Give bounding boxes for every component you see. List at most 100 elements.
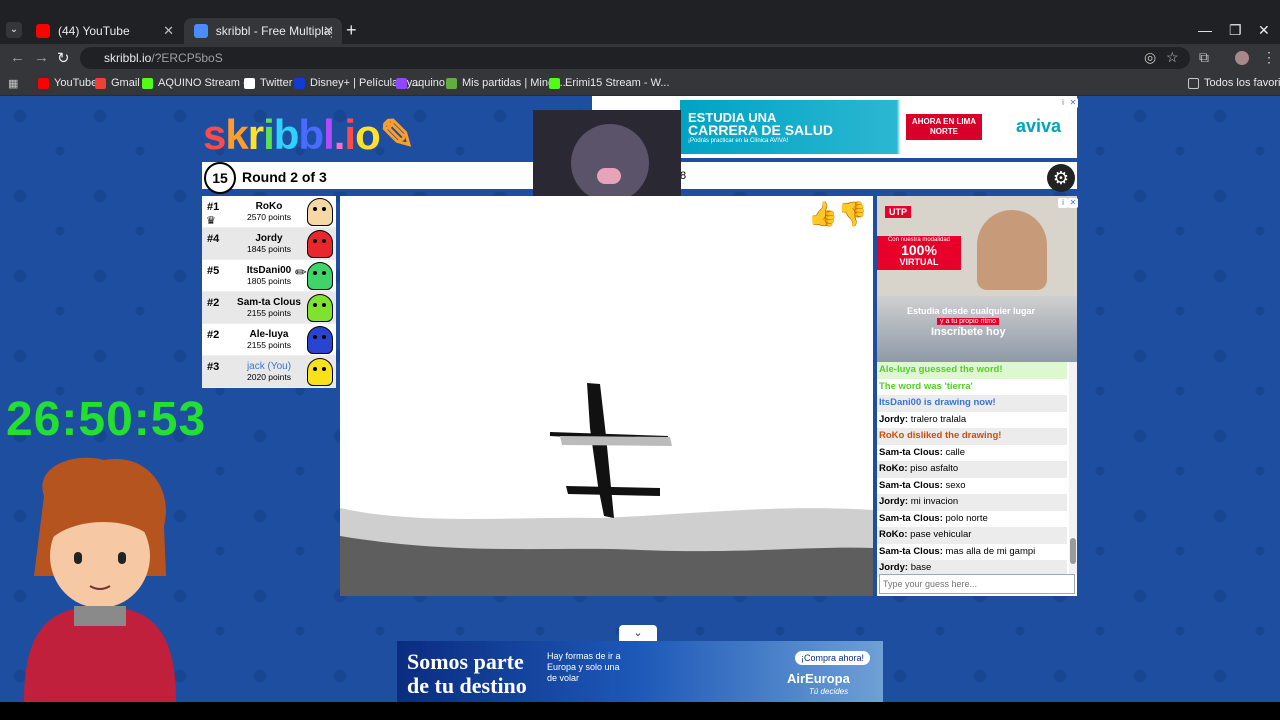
bookmark-aquino[interactable]: aquino bbox=[396, 77, 445, 89]
all-bookmarks[interactable]: Todos los favoritos bbox=[1188, 77, 1280, 89]
tab-search-button[interactable]: ⌄ bbox=[6, 22, 22, 38]
chat-text: piso asfalto bbox=[910, 463, 959, 474]
chat-message: Jordy: mi invacion bbox=[877, 494, 1067, 511]
ad-close-icon[interactable]: ✕ bbox=[1068, 198, 1078, 208]
minimize-icon[interactable]: — bbox=[1198, 22, 1212, 38]
close-tab-icon[interactable]: ✕ bbox=[323, 23, 334, 39]
player-row[interactable]: #4 Jordy 1845 points bbox=[202, 228, 336, 260]
thumbs-up-icon[interactable]: 👍 bbox=[808, 201, 838, 228]
ad-collapse-chevron-icon[interactable]: ⌄ bbox=[619, 625, 657, 641]
cross-gray-stroke bbox=[560, 436, 672, 446]
chat-messages: Ale-luya guessed the word! The word was '… bbox=[877, 362, 1077, 577]
thumbs-down-icon[interactable]: 👎 bbox=[838, 201, 868, 228]
ad-text: Hay formas de ir a Europa y solo una de … bbox=[547, 651, 621, 683]
chat-message: The word was 'tierra' bbox=[877, 378, 1067, 395]
streamer-character bbox=[14, 456, 186, 702]
aireuropa-ad[interactable]: Somos parte de tu destino Hay formas de … bbox=[397, 641, 883, 702]
player-points: 2570 points bbox=[247, 212, 291, 222]
bookmarks-bar: ▦ YouTube Gmail AQUINO Stream -... Twitt… bbox=[0, 72, 1280, 96]
close-tab-icon[interactable]: ✕ bbox=[163, 23, 174, 39]
extensions-icon[interactable]: ⧉ bbox=[1199, 49, 1209, 66]
forward-icon[interactable]: → bbox=[34, 49, 49, 66]
profile-avatar[interactable] bbox=[1235, 51, 1249, 65]
apps-icon[interactable]: ▦ bbox=[8, 77, 18, 90]
ad-info-icon[interactable]: i bbox=[1058, 198, 1068, 208]
player-row[interactable]: #1 ♛ RoKo 2570 points bbox=[202, 196, 336, 228]
address-bar[interactable]: skribbl.io/?ERCP5boS bbox=[80, 47, 1190, 69]
ad-cta[interactable]: AHORA EN LIMA NORTE bbox=[906, 114, 982, 140]
ad-text: de tu destino bbox=[407, 673, 527, 698]
bookmark-erimi15[interactable]: Erimi15 Stream - W... bbox=[549, 77, 670, 89]
bookmark-aquino-stream[interactable]: AQUINO Stream -... bbox=[142, 77, 256, 89]
star-icon[interactable]: ☆ bbox=[1166, 49, 1179, 66]
url-path: /?ERCP5boS bbox=[151, 51, 223, 65]
drawing-canvas[interactable] bbox=[340, 196, 873, 596]
tab-youtube[interactable]: (44) YouTube ✕ bbox=[26, 18, 182, 44]
chat-text: tralero tralala bbox=[910, 413, 967, 425]
player-name: Jordy bbox=[255, 233, 283, 244]
minecraft-icon bbox=[446, 77, 457, 89]
round-indicator: Round 2 of 3 bbox=[242, 169, 327, 185]
player-row[interactable]: #2 Sam-ta Clous 2155 points bbox=[202, 292, 336, 324]
player-points: 2155 points bbox=[247, 308, 291, 318]
new-tab-button[interactable]: + bbox=[346, 20, 357, 41]
youtube-icon bbox=[38, 77, 49, 89]
chat-author: Sam-ta Clous: bbox=[879, 479, 943, 491]
bookmark-gmail[interactable]: Gmail bbox=[95, 77, 140, 89]
ad-brand: aviva bbox=[1016, 116, 1062, 136]
chat-message: RoKo: piso asfalto bbox=[877, 461, 1067, 478]
round-timer: 15 bbox=[204, 162, 236, 194]
back-icon[interactable]: ← bbox=[10, 49, 25, 66]
chat-message: Jordy: tralero tralala bbox=[877, 411, 1067, 428]
ad-cta[interactable]: ¡Compra ahora! bbox=[795, 651, 871, 665]
skribbl-favicon-icon bbox=[194, 24, 208, 38]
chat-text: mi invacion bbox=[910, 496, 959, 507]
bookmark-twitter[interactable]: Twitter bbox=[244, 77, 292, 89]
eye-off-icon[interactable]: ◎ bbox=[1144, 49, 1156, 66]
player-points: 1845 points bbox=[247, 244, 291, 254]
streamer-svg bbox=[24, 457, 176, 702]
chat-scroll-thumb[interactable] bbox=[1070, 538, 1076, 564]
aviva-ad[interactable]: ESTUDIA UNA CARRERA DE SALUD ¡Podrás pra… bbox=[680, 100, 1074, 154]
chat-author: Sam-ta Clous: bbox=[879, 545, 943, 557]
chat-message: RoKo: pase vehicular bbox=[877, 527, 1067, 544]
chat-system-text: ItsDani00 is drawing now! bbox=[879, 397, 996, 408]
ad-cta[interactable]: Inscríbete hoy bbox=[931, 326, 1006, 338]
restore-icon[interactable]: ❐ bbox=[1229, 22, 1242, 39]
ad-text: VIRTUAL bbox=[899, 257, 939, 267]
url-host: skribbl.io bbox=[104, 51, 152, 65]
ad-brand: AirEuropa bbox=[787, 671, 850, 686]
utp-ad[interactable]: UTP Con nuestra modalidad 100% VIRTUAL Est… bbox=[877, 196, 1077, 362]
chat-text: pase vehicular bbox=[910, 529, 972, 540]
chat-message: Sam-ta Clous: mas alla de mi gampi bbox=[877, 543, 1067, 560]
chat-system-text: Ale-luya guessed the word! bbox=[879, 364, 1003, 375]
player-name: Sam-ta Clous bbox=[237, 297, 301, 308]
browser-tab-strip: ⌄ (44) YouTube ✕ skribbl - Free Multipla… bbox=[0, 0, 1280, 44]
close-window-icon[interactable]: ✕ bbox=[1258, 22, 1270, 39]
ad-close-icon[interactable]: ✕ bbox=[1068, 98, 1078, 108]
chat-author: Sam-ta Clous: bbox=[879, 512, 943, 524]
chat-scrollbar[interactable] bbox=[1069, 362, 1077, 574]
chat-author: RoKo: bbox=[879, 529, 908, 540]
ad-text: Somos parte bbox=[407, 649, 524, 674]
player-rank: #5 bbox=[207, 265, 220, 277]
pencil-icon: ✏ bbox=[295, 264, 307, 280]
chat-guess-input[interactable] bbox=[879, 574, 1075, 594]
settings-gear-icon[interactable]: ⚙ bbox=[1047, 164, 1075, 192]
chat-message: ItsDani00 is drawing now! bbox=[877, 395, 1067, 412]
player-row[interactable]: #3 jack (You) 2020 points bbox=[202, 356, 336, 388]
player-avatar bbox=[307, 326, 333, 354]
cross-vertical-stroke bbox=[587, 383, 614, 518]
ad-info-icon[interactable]: i bbox=[1058, 98, 1068, 108]
menu-icon[interactable]: ⋮ bbox=[1262, 49, 1276, 66]
skribbl-page: skribbl.io✎ ESTUDIA UNA CARRERA DE SALUD… bbox=[0, 96, 1280, 702]
player-row[interactable]: #5 ItsDani00 1805 points ✏ bbox=[202, 260, 336, 292]
hamster-nose bbox=[597, 168, 621, 184]
player-points: 2020 points bbox=[247, 372, 291, 382]
player-row[interactable]: #2 Ale-luya 2155 points bbox=[202, 324, 336, 356]
reload-icon[interactable]: ↻ bbox=[57, 49, 70, 67]
tab-skribbl[interactable]: skribbl - Free Multiplayer Drawi ✕ bbox=[184, 18, 342, 44]
browser-toolbar: ← → ↻ skribbl.io/?ERCP5boS ◎ ☆ ⧉ ⋮ bbox=[0, 44, 1280, 72]
bookmark-youtube[interactable]: YouTube bbox=[38, 77, 97, 89]
folder-icon bbox=[1188, 77, 1199, 89]
